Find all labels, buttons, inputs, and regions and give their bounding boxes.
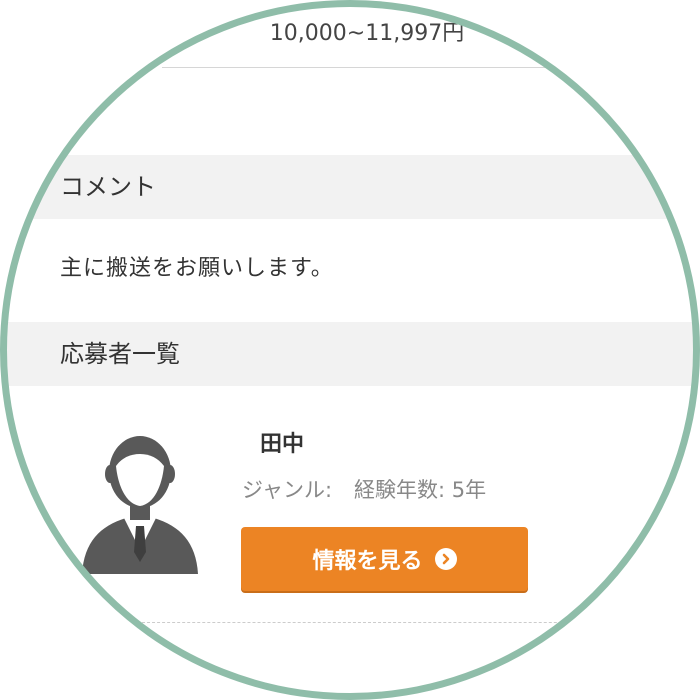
applicants-section-heading: 応募者一覧 [2,322,698,386]
divider [142,622,602,623]
experience-years: 経験年数: 5年 [354,478,487,502]
applicant-meta: ジャンル: 経験年数: 5年 [242,474,486,504]
genre-label: ジャンル: [242,478,333,502]
applicant-name: 田中 [260,432,305,457]
zoom-frame: 10,000~11,997円 コメント 主に搬送をお願いします。 応募者一覧 田… [2,2,698,698]
chevron-right-circle-icon [434,548,457,570]
person-silhouette-icon [78,414,202,578]
comment-section-heading: コメント [2,155,698,219]
divider [162,67,622,68]
view-info-button[interactable]: 情報を見る [241,527,528,591]
view-info-button-label: 情報を見る [312,549,423,574]
price-range: 10,000~11,997円 [269,21,465,46]
comment-text: 主に搬送をお願いします。 [60,256,334,281]
